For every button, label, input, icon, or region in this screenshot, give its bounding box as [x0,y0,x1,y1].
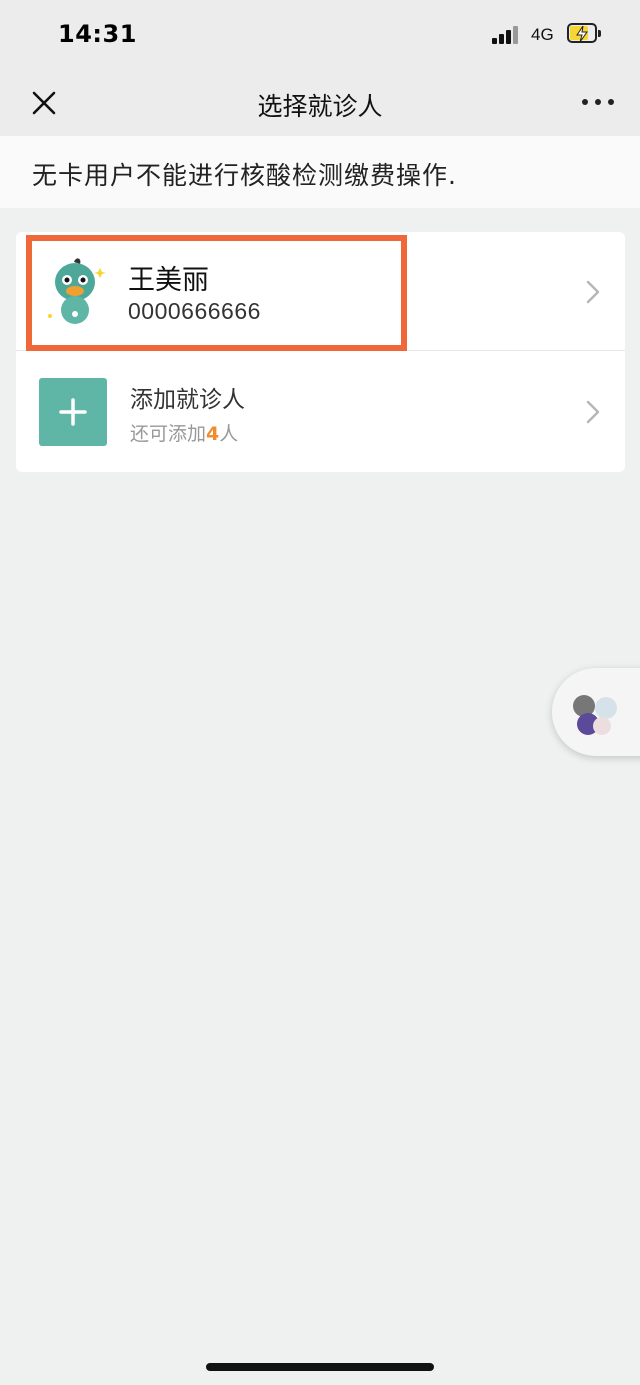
nav-bar: 选择就诊人 [0,70,640,136]
add-patient-row[interactable]: 添加就诊人 还可添加4人 [16,352,625,470]
network-type: 4G [531,25,554,44]
battery-icon [567,23,603,45]
remaining-count: 4 [206,423,220,445]
remaining-slots-text: 还可添加4人 [130,419,238,446]
add-patient-label: 添加就诊人 [130,387,245,413]
remaining-prefix: 还可添加 [130,423,207,445]
chevron-right-icon [586,400,600,424]
more-button[interactable] [576,86,620,118]
assistant-bubbles-icon [573,695,617,735]
add-patient-button[interactable] [39,378,107,446]
notice-banner: 无卡用户不能进行核酸检测缴费操作. [0,136,640,208]
status-bar: 14:31 4G [0,0,640,70]
highlight-box [26,235,407,351]
charging-bolt-icon [576,25,588,43]
cellular-signal-icon [492,26,522,44]
chevron-right-icon [586,280,600,304]
page-title: 选择就诊人 [257,92,383,121]
home-indicator [206,1363,434,1371]
plus-icon [59,398,87,426]
notice-text: 无卡用户不能进行核酸检测缴费操作. [32,161,457,190]
remaining-suffix: 人 [219,423,239,445]
status-time: 14:31 [58,20,137,48]
floating-assistant-button[interactable] [552,668,640,756]
